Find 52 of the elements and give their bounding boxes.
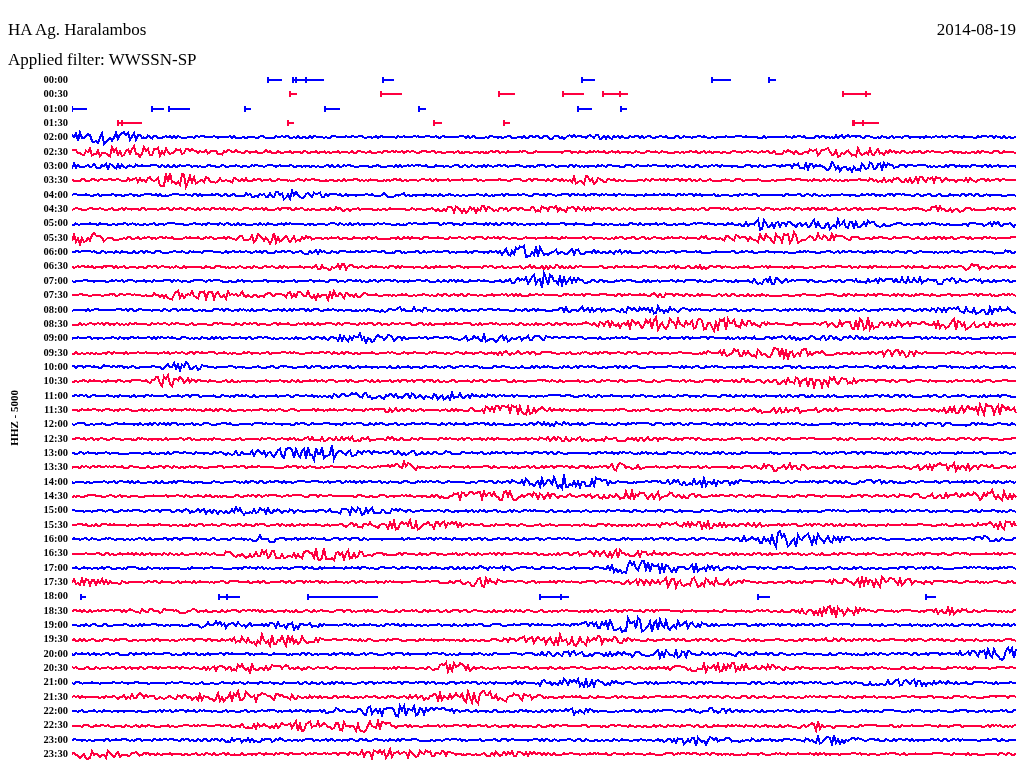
filter-label: Applied filter: WWSSN-SP <box>8 50 197 69</box>
time-label: 12:00 <box>42 417 68 432</box>
time-label: 04:30 <box>42 202 68 217</box>
time-label: 11:30 <box>43 402 68 417</box>
time-label: 04:00 <box>42 187 68 202</box>
time-label: 16:00 <box>42 532 68 546</box>
time-label: 20:00 <box>42 646 68 661</box>
time-label: 06:30 <box>42 259 68 274</box>
time-label: 02:30 <box>42 144 68 159</box>
plot-date: 2014-08-19 <box>936 20 1016 40</box>
time-label: 18:00 <box>42 589 68 604</box>
time-label: 22:00 <box>42 704 68 719</box>
time-label: 11:00 <box>43 388 68 403</box>
time-label: 22:30 <box>42 718 68 733</box>
time-label: 21:30 <box>42 689 68 704</box>
time-label: 07:00 <box>42 273 68 288</box>
time-label: 09:30 <box>42 345 68 360</box>
time-label: 21:00 <box>42 675 68 690</box>
time-label: 08:00 <box>42 302 68 317</box>
time-label: 18:30 <box>42 603 68 618</box>
axis-label: HHZ - 5000 <box>6 390 21 446</box>
time-label: 14:30 <box>42 488 68 503</box>
time-label: 06:00 <box>42 245 68 260</box>
time-label: 03:30 <box>42 173 68 188</box>
time-label: 08:30 <box>42 316 68 331</box>
time-label: 19:30 <box>42 632 68 647</box>
time-label: 23:00 <box>42 732 68 747</box>
time-label: 01:00 <box>42 101 68 116</box>
time-label: 12:30 <box>42 431 68 446</box>
time-label: 10:00 <box>42 359 68 374</box>
time-label: 17:00 <box>42 560 68 575</box>
time-label: 14:00 <box>42 474 68 489</box>
time-label: 00:00 <box>42 73 68 87</box>
time-label: 15:00 <box>42 503 68 518</box>
station-title: HA Ag. Haralambos <box>8 20 147 40</box>
time-label: 20:30 <box>42 661 68 676</box>
time-label: 13:00 <box>42 445 68 460</box>
time-label: 13:30 <box>42 460 68 475</box>
time-label: 05:00 <box>42 216 68 231</box>
time-label: 01:30 <box>42 116 68 131</box>
time-label: 10:30 <box>42 374 68 389</box>
time-label: 09:00 <box>42 331 68 346</box>
time-label: 16:30 <box>42 546 68 561</box>
time-label: 00:30 <box>42 87 68 102</box>
time-label: 19:00 <box>42 618 68 633</box>
time-label: 23:30 <box>42 747 68 762</box>
time-label: 02:00 <box>42 130 68 145</box>
time-label: 17:30 <box>42 575 68 590</box>
time-label: 15:30 <box>42 517 68 532</box>
time-label: 07:30 <box>42 288 68 303</box>
time-label: 03:00 <box>42 159 68 174</box>
time-label: 05:30 <box>42 230 68 245</box>
